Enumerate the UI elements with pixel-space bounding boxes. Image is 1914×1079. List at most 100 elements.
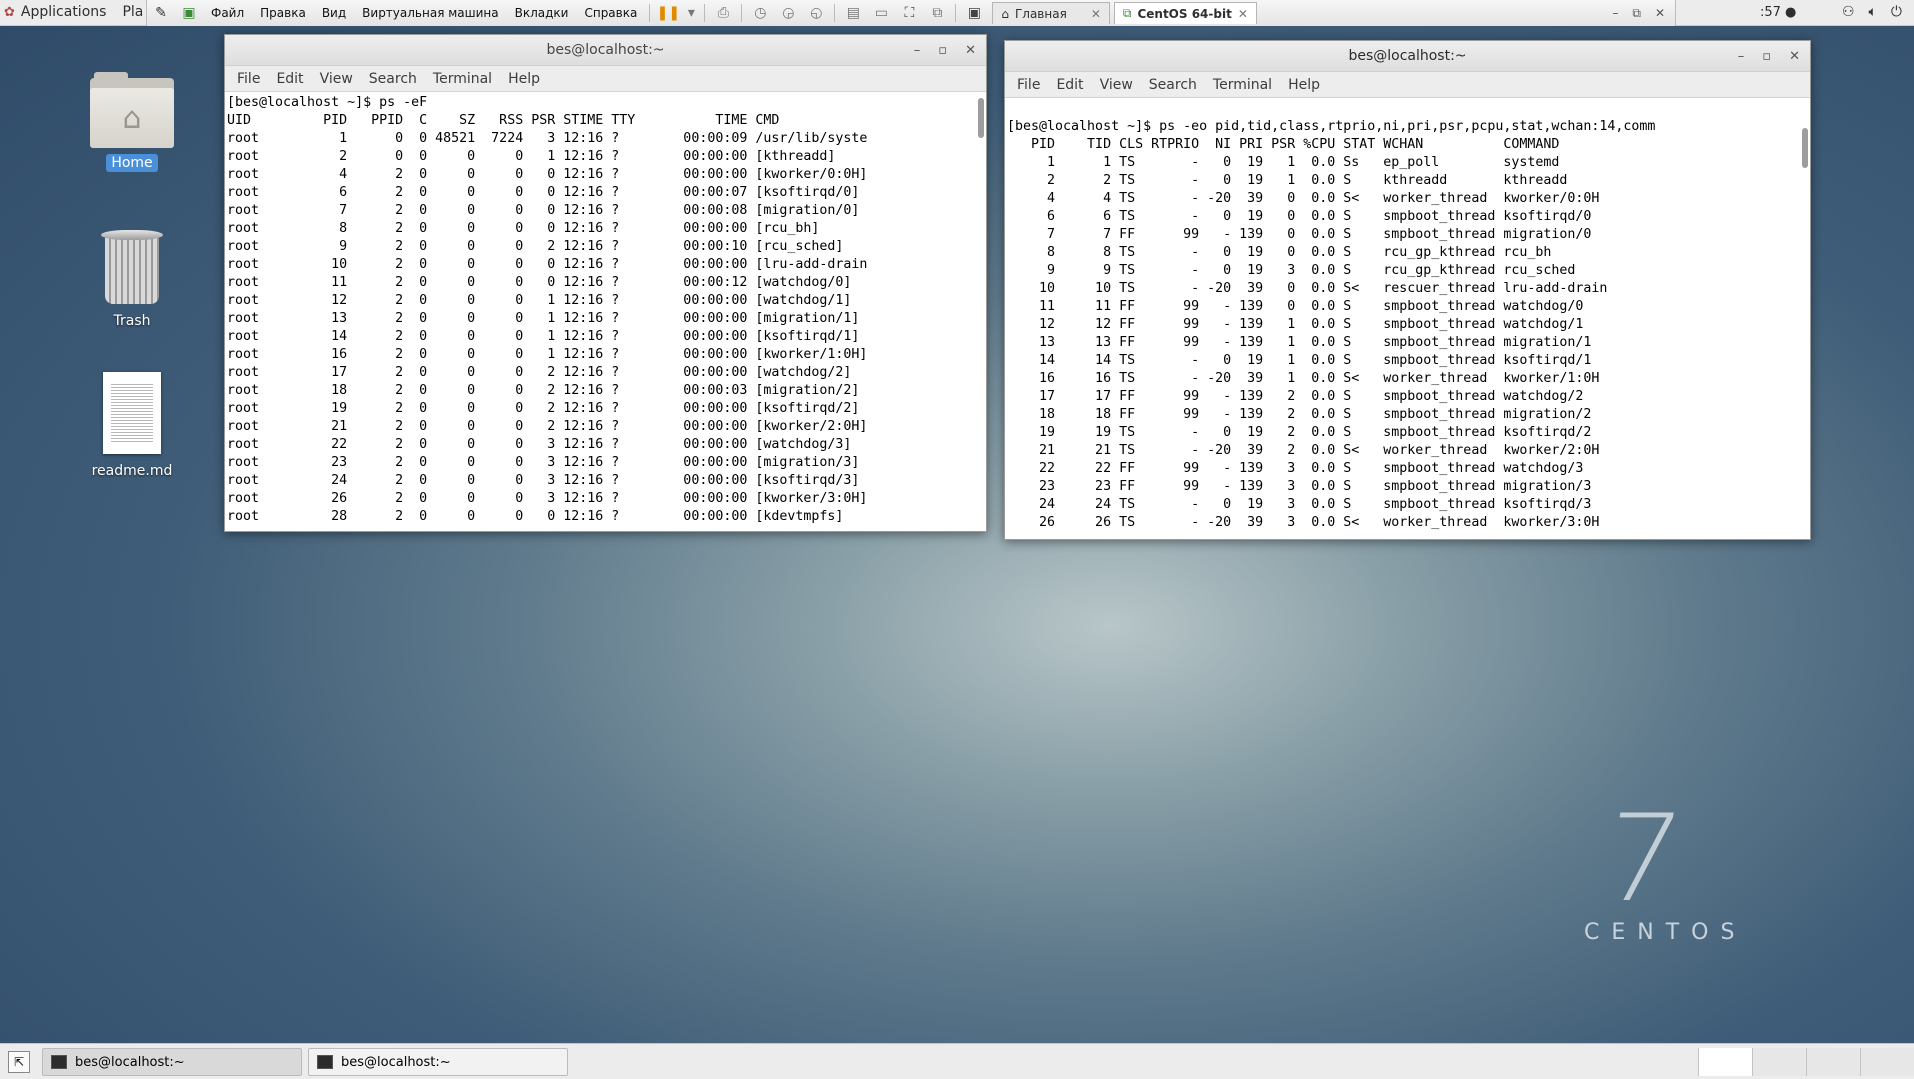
menu-help[interactable]: Help	[1280, 77, 1328, 93]
tab-home-label: Главная	[1014, 6, 1067, 21]
vm-status-icon[interactable]: ▣	[178, 3, 200, 23]
menu-edit[interactable]: Edit	[1048, 77, 1091, 93]
snapshot-manager-icon[interactable]: ◵	[805, 3, 827, 23]
minimize-icon[interactable]: –	[1738, 41, 1745, 72]
terminal-icon	[51, 1055, 67, 1069]
workspace-3[interactable]	[1806, 1048, 1860, 1076]
tab-home[interactable]: ⌂ Главная ✕	[992, 2, 1110, 24]
taskbar-item-terminal-1[interactable]: bes@localhost:~	[42, 1048, 302, 1076]
text-document-icon	[103, 372, 161, 454]
minimize-icon[interactable]: –	[914, 35, 921, 66]
maximize-icon[interactable]: ▫	[1762, 41, 1771, 72]
maximize-icon[interactable]: ▫	[938, 35, 947, 66]
menu-search[interactable]: Search	[1141, 77, 1205, 93]
centos-logo-number: 7	[1594, 790, 1691, 929]
desktop-icon-trash[interactable]: Trash	[77, 230, 187, 330]
pause-icon[interactable]: ❚❚	[657, 3, 680, 23]
places-label[interactable]: Pla	[122, 4, 143, 20]
terminal-icon	[317, 1055, 333, 1069]
volume-icon[interactable]: 🔈︎	[1869, 4, 1877, 20]
pin-icon[interactable]: ✎	[150, 3, 172, 23]
menu-help[interactable]: Справка	[576, 6, 645, 20]
workspace-switcher	[1698, 1048, 1914, 1076]
menu-terminal[interactable]: Terminal	[1205, 77, 1280, 93]
menu-view[interactable]: Вид	[314, 6, 354, 20]
workspace-4[interactable]	[1860, 1048, 1914, 1076]
minimize-icon[interactable]: –	[1612, 6, 1618, 21]
terminal-window-left[interactable]: bes@localhost:~ – ▫ ✕ File Edit View Sea…	[224, 34, 987, 532]
show-desktop-icon[interactable]: ⇱	[8, 1051, 30, 1073]
toolbar-separator	[834, 4, 836, 22]
terminal-body[interactable]: [bes@localhost ~]$ ps -eF UID PID PPID C…	[225, 94, 986, 531]
bottom-taskbar: ⇱ bes@localhost:~ bes@localhost:~	[0, 1043, 1914, 1079]
restore-icon[interactable]: ⧉	[1632, 6, 1641, 21]
menu-terminal[interactable]: Terminal	[425, 71, 500, 87]
close-icon[interactable]: ✕	[1655, 6, 1665, 21]
tab-centos[interactable]: ⧉ CentOS 64-bit ✕	[1113, 2, 1257, 24]
terminal-output[interactable]: [bes@localhost ~]$ ps -eF UID PID PPID C…	[225, 94, 986, 526]
clock[interactable]: :57 ●	[1760, 5, 1796, 20]
close-icon[interactable]: ✕	[1238, 7, 1248, 21]
terminal-body[interactable]: [bes@localhost ~]$ ps -eo pid,tid,class,…	[1005, 100, 1810, 539]
thumbnail-bar-icon[interactable]: ▭	[870, 3, 892, 23]
menu-help[interactable]: Help	[500, 71, 548, 87]
taskbar-item-label: bes@localhost:~	[341, 1054, 451, 1070]
menu-file[interactable]: Файл	[203, 6, 252, 20]
home-icon: ⌂	[1001, 6, 1009, 21]
centos-logo-word: CENTOS	[1584, 920, 1747, 945]
taskbar-item-terminal-2[interactable]: bes@localhost:~	[308, 1048, 568, 1076]
close-icon[interactable]: ✕	[1091, 7, 1101, 21]
menu-edit[interactable]: Правка	[252, 6, 314, 20]
terminal-window-right[interactable]: bes@localhost:~ – ▫ ✕ File Edit View Sea…	[1004, 40, 1811, 540]
applications-menu[interactable]: ✿ Applications Pla	[4, 4, 143, 20]
menu-view[interactable]: View	[1092, 77, 1141, 93]
vm-icon: ⧉	[1122, 6, 1132, 20]
close-icon[interactable]: ✕	[965, 35, 976, 66]
scrollbar-thumb[interactable]	[978, 98, 984, 138]
applications-label[interactable]: Applications	[21, 4, 107, 20]
toolbar-separator	[741, 4, 743, 22]
terminal-menubar: File Edit View Search Terminal Help	[225, 66, 986, 92]
window-title: bes@localhost:~	[1348, 48, 1467, 64]
fullscreen-icon[interactable]: ⛶	[898, 3, 920, 23]
window-title: bes@localhost:~	[546, 42, 665, 58]
vmware-window-controls: – ⧉ ✕	[1612, 6, 1675, 21]
close-icon[interactable]: ✕	[1789, 41, 1800, 72]
toolbar-separator	[649, 4, 651, 22]
workspace-1[interactable]	[1698, 1048, 1752, 1076]
scrollbar-thumb[interactable]	[1802, 128, 1808, 168]
menu-file[interactable]: File	[1009, 77, 1048, 93]
revert-snapshot-icon[interactable]: ◶	[777, 3, 799, 23]
home-folder-icon: ⌂	[90, 72, 174, 148]
snapshot-icon[interactable]: ◷	[749, 3, 771, 23]
window-titlebar[interactable]: bes@localhost:~ – ▫ ✕	[225, 35, 986, 66]
console-view-icon[interactable]: ▣	[963, 3, 985, 23]
menu-view[interactable]: View	[312, 71, 361, 87]
terminal-menubar: File Edit View Search Terminal Help	[1005, 72, 1810, 98]
desktop-icon-label: Home	[106, 154, 158, 172]
workspace-2[interactable]	[1752, 1048, 1806, 1076]
menu-tabs[interactable]: Вкладки	[507, 6, 577, 20]
desktop-icon-home[interactable]: ⌂ Home	[77, 72, 187, 172]
menu-search[interactable]: Search	[361, 71, 425, 87]
top-panel: ✿ Applications Pla ✎ ▣ Файл Правка Вид В…	[0, 0, 1914, 26]
menu-edit[interactable]: Edit	[268, 71, 311, 87]
system-tray: ⚇ 🔈︎ ⏻	[1842, 4, 1902, 20]
gnome-foot-icon: ✿	[4, 4, 15, 20]
menu-vm[interactable]: Виртуальная машина	[354, 6, 506, 20]
toolbar-separator	[704, 4, 706, 22]
power-icon[interactable]: ⏻	[1891, 4, 1902, 20]
vmware-toolbar: ✎ ▣ Файл Правка Вид Виртуальная машина В…	[146, 0, 1676, 26]
terminal-output[interactable]: [bes@localhost ~]$ ps -eo pid,tid,class,…	[1005, 100, 1810, 532]
send-keys-icon[interactable]: ⎙	[712, 3, 734, 23]
trash-icon	[101, 230, 163, 304]
unity-icon[interactable]: ⧉	[926, 3, 948, 23]
sidebar-toggle-icon[interactable]: ▤	[842, 3, 864, 23]
window-titlebar[interactable]: bes@localhost:~ – ▫ ✕	[1005, 41, 1810, 72]
desktop-icon-label: Trash	[113, 313, 151, 329]
dropdown-arrow-icon[interactable]: ▾	[685, 3, 697, 23]
menu-file[interactable]: File	[229, 71, 268, 87]
desktop-icon-readme[interactable]: readme.md	[77, 372, 187, 480]
network-icon[interactable]: ⚇	[1842, 4, 1855, 20]
taskbar-item-label: bes@localhost:~	[75, 1054, 185, 1070]
